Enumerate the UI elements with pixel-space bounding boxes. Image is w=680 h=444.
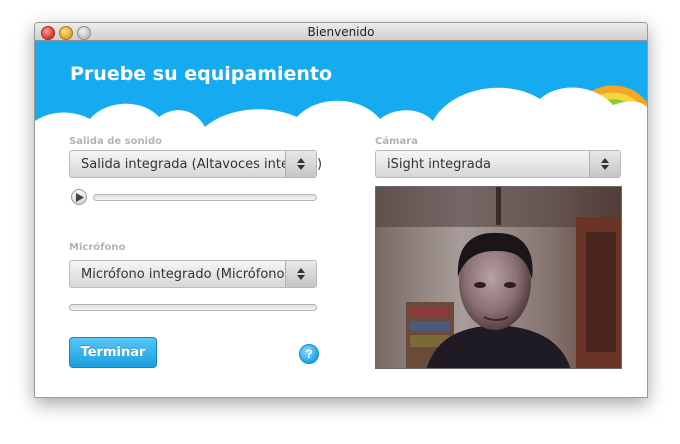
header-banner: Pruebe su equipamiento (35, 41, 647, 151)
camera-value: iSight integrada (387, 157, 491, 172)
camera-label: Cámara (375, 136, 418, 147)
microphone-select[interactable]: Micrófono integrado (Micrófono in… (69, 260, 317, 288)
updown-arrows-icon (285, 261, 316, 287)
play-icon (76, 193, 84, 202)
finish-button[interactable]: Terminar (69, 337, 157, 368)
updown-arrows-icon (285, 151, 316, 177)
sound-output-select[interactable]: Salida integrada (Altavoces internos) (69, 150, 322, 178)
webcam-video-image (376, 187, 621, 368)
microphone-label: Micrófono (69, 242, 126, 253)
camera-preview (375, 186, 622, 369)
microphone-value: Micrófono integrado (Micrófono in… (81, 267, 314, 282)
help-button[interactable]: ? (299, 344, 319, 364)
welcome-window: Bienvenido Pruebe su equipamiento Salida… (34, 22, 648, 398)
sound-output-label: Salida de sonido (69, 136, 163, 147)
window-title: Bienvenido (307, 25, 375, 39)
microphone-level-meter (69, 304, 317, 311)
sound-output-volume-track[interactable] (93, 194, 317, 201)
updown-arrows-icon (589, 151, 620, 177)
play-test-sound-button[interactable] (71, 189, 87, 205)
camera-select[interactable]: iSight integrada (375, 150, 621, 178)
title-bar[interactable]: Bienvenido (35, 23, 647, 41)
